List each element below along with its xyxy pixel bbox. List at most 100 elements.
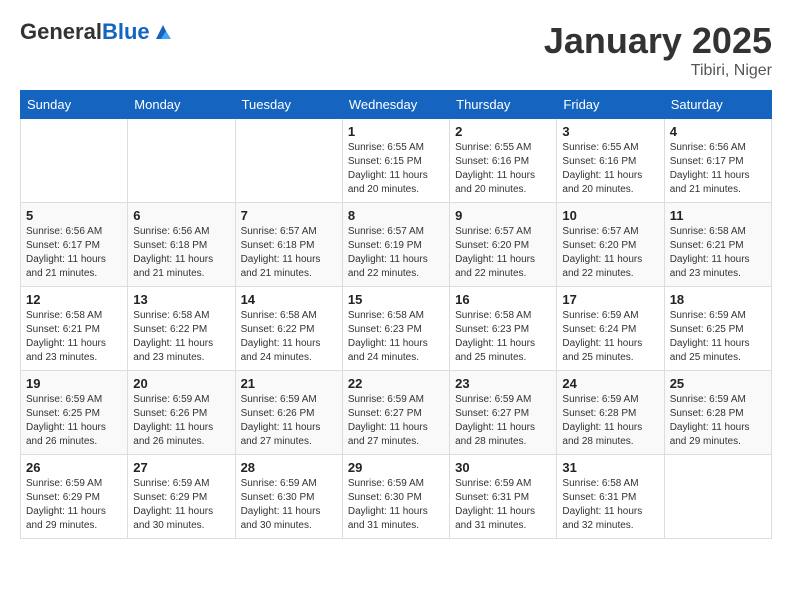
days-header-row: Sunday Monday Tuesday Wednesday Thursday… bbox=[21, 91, 772, 119]
logo-general-text: General bbox=[20, 19, 102, 44]
calendar-cell: 18 Sunrise: 6:59 AM Sunset: 6:25 PM Dayli… bbox=[664, 287, 771, 371]
calendar-week-row: 19 Sunrise: 6:59 AM Sunset: 6:25 PM Dayli… bbox=[21, 371, 772, 455]
day-info: Sunrise: 6:59 AM Sunset: 6:28 PM Dayligh… bbox=[670, 393, 766, 449]
day-number: 27 bbox=[133, 460, 229, 475]
calendar-cell: 22Sunrise: 6:59 AM Sunset: 6:27 PM Dayli… bbox=[342, 371, 449, 455]
day-info: Sunrise: 6:59 AM Sunset: 6:26 PM Dayligh… bbox=[241, 393, 337, 449]
title-block: January 2025 Tibiri, Niger bbox=[544, 20, 772, 80]
day-number: 1 bbox=[348, 124, 444, 139]
day-info: Sunrise: 6:58 AM Sunset: 6:22 PM Dayligh… bbox=[241, 309, 337, 365]
header-friday: Friday bbox=[557, 91, 664, 119]
day-info: Sunrise: 6:59 AM Sunset: 6:24 PM Dayligh… bbox=[562, 309, 658, 365]
day-info: Sunrise: 6:59 AM Sunset: 6:25 PM Dayligh… bbox=[26, 393, 122, 449]
day-info: Sunrise: 6:57 AM Sunset: 6:20 PM Dayligh… bbox=[455, 225, 551, 281]
calendar-cell: 6Sunrise: 6:56 AM Sunset: 6:18 PM Daylig… bbox=[128, 203, 235, 287]
calendar-cell: 16 Sunrise: 6:58 AM Sunset: 6:23 PM Dayli… bbox=[450, 287, 557, 371]
day-number: 2 bbox=[455, 124, 551, 139]
day-info: Sunrise: 6:59 AM Sunset: 6:31 PM Dayligh… bbox=[455, 477, 551, 533]
day-info: Sunrise: 6:59 AM Sunset: 6:26 PM Dayligh… bbox=[133, 393, 229, 449]
day-number: 18 bbox=[670, 292, 766, 307]
day-number: 16 bbox=[455, 292, 551, 307]
day-number: 22 bbox=[348, 376, 444, 391]
day-info: Sunrise: 6:58 AM Sunset: 6:21 PM Dayligh… bbox=[26, 309, 122, 365]
header-monday: Monday bbox=[128, 91, 235, 119]
header-thursday: Thursday bbox=[450, 91, 557, 119]
day-info: Sunrise: 6:58 AM Sunset: 6:23 PM Dayligh… bbox=[455, 309, 551, 365]
calendar-cell: 25Sunrise: 6:59 AM Sunset: 6:28 PM Dayli… bbox=[664, 371, 771, 455]
calendar-cell: 29 Sunrise: 6:59 AM Sunset: 6:30 PM Dayli… bbox=[342, 455, 449, 539]
calendar-week-row: 5Sunrise: 6:56 AM Sunset: 6:17 PM Daylig… bbox=[21, 203, 772, 287]
day-info: Sunrise: 6:59 AM Sunset: 6:25 PM Dayligh… bbox=[670, 309, 766, 365]
calendar-cell: 1 Sunrise: 6:55 AM Sunset: 6:15 PM Daylig… bbox=[342, 119, 449, 203]
header-tuesday: Tuesday bbox=[235, 91, 342, 119]
calendar-cell: 2 Sunrise: 6:55 AM Sunset: 6:16 PM Daylig… bbox=[450, 119, 557, 203]
day-number: 11 bbox=[670, 208, 766, 223]
calendar-week-row: 26Sunrise: 6:59 AM Sunset: 6:29 PM Dayli… bbox=[21, 455, 772, 539]
day-info: Sunrise: 6:59 AM Sunset: 6:29 PM Dayligh… bbox=[26, 477, 122, 533]
calendar-cell: 31 Sunrise: 6:58 AM Sunset: 6:31 PM Dayli… bbox=[557, 455, 664, 539]
calendar-cell bbox=[128, 119, 235, 203]
day-info: Sunrise: 6:55 AM Sunset: 6:16 PM Dayligh… bbox=[455, 141, 551, 197]
calendar-body: 1 Sunrise: 6:55 AM Sunset: 6:15 PM Daylig… bbox=[21, 119, 772, 539]
day-info: Sunrise: 6:58 AM Sunset: 6:31 PM Dayligh… bbox=[562, 477, 658, 533]
logo-blue-text: Blue bbox=[102, 19, 150, 44]
calendar-table: Sunday Monday Tuesday Wednesday Thursday… bbox=[20, 90, 772, 539]
day-number: 14 bbox=[241, 292, 337, 307]
day-number: 20 bbox=[133, 376, 229, 391]
header: GeneralBlue January 2025 Tibiri, Niger bbox=[20, 20, 772, 80]
day-info: Sunrise: 6:55 AM Sunset: 6:15 PM Dayligh… bbox=[348, 141, 444, 197]
calendar-cell: 21Sunrise: 6:59 AM Sunset: 6:26 PM Dayli… bbox=[235, 371, 342, 455]
calendar-cell: 23 Sunrise: 6:59 AM Sunset: 6:27 PM Dayli… bbox=[450, 371, 557, 455]
calendar-week-row: 12Sunrise: 6:58 AM Sunset: 6:21 PM Dayli… bbox=[21, 287, 772, 371]
day-number: 31 bbox=[562, 460, 658, 475]
calendar-cell: 5Sunrise: 6:56 AM Sunset: 6:17 PM Daylig… bbox=[21, 203, 128, 287]
calendar-cell: 27 Sunrise: 6:59 AM Sunset: 6:29 PM Dayli… bbox=[128, 455, 235, 539]
day-info: Sunrise: 6:59 AM Sunset: 6:30 PM Dayligh… bbox=[348, 477, 444, 533]
day-number: 17 bbox=[562, 292, 658, 307]
header-saturday: Saturday bbox=[664, 91, 771, 119]
subtitle: Tibiri, Niger bbox=[544, 62, 772, 80]
day-number: 5 bbox=[26, 208, 122, 223]
header-sunday: Sunday bbox=[21, 91, 128, 119]
calendar-cell: 24Sunrise: 6:59 AM Sunset: 6:28 PM Dayli… bbox=[557, 371, 664, 455]
calendar-cell: 26Sunrise: 6:59 AM Sunset: 6:29 PM Dayli… bbox=[21, 455, 128, 539]
day-info: Sunrise: 6:58 AM Sunset: 6:21 PM Dayligh… bbox=[670, 225, 766, 281]
main-title: January 2025 bbox=[544, 20, 772, 62]
day-info: Sunrise: 6:58 AM Sunset: 6:23 PM Dayligh… bbox=[348, 309, 444, 365]
calendar-cell: 12Sunrise: 6:58 AM Sunset: 6:21 PM Dayli… bbox=[21, 287, 128, 371]
calendar-cell: 13Sunrise: 6:58 AM Sunset: 6:22 PM Dayli… bbox=[128, 287, 235, 371]
day-info: Sunrise: 6:56 AM Sunset: 6:17 PM Dayligh… bbox=[670, 141, 766, 197]
calendar-cell bbox=[21, 119, 128, 203]
page: GeneralBlue January 2025 Tibiri, Niger S… bbox=[0, 0, 792, 549]
day-info: Sunrise: 6:59 AM Sunset: 6:27 PM Dayligh… bbox=[455, 393, 551, 449]
day-info: Sunrise: 6:55 AM Sunset: 6:16 PM Dayligh… bbox=[562, 141, 658, 197]
calendar-week-row: 1 Sunrise: 6:55 AM Sunset: 6:15 PM Daylig… bbox=[21, 119, 772, 203]
day-number: 13 bbox=[133, 292, 229, 307]
logo: GeneralBlue bbox=[20, 20, 174, 44]
calendar-cell: 14 Sunrise: 6:58 AM Sunset: 6:22 PM Dayli… bbox=[235, 287, 342, 371]
calendar-cell: 9 Sunrise: 6:57 AM Sunset: 6:20 PM Daylig… bbox=[450, 203, 557, 287]
day-number: 9 bbox=[455, 208, 551, 223]
calendar-cell: 17 Sunrise: 6:59 AM Sunset: 6:24 PM Dayli… bbox=[557, 287, 664, 371]
calendar-cell bbox=[235, 119, 342, 203]
day-info: Sunrise: 6:59 AM Sunset: 6:30 PM Dayligh… bbox=[241, 477, 337, 533]
calendar-cell: 11 Sunrise: 6:58 AM Sunset: 6:21 PM Dayli… bbox=[664, 203, 771, 287]
calendar-cell: 30Sunrise: 6:59 AM Sunset: 6:31 PM Dayli… bbox=[450, 455, 557, 539]
day-number: 29 bbox=[348, 460, 444, 475]
calendar-header: Sunday Monday Tuesday Wednesday Thursday… bbox=[21, 91, 772, 119]
day-number: 23 bbox=[455, 376, 551, 391]
day-number: 19 bbox=[26, 376, 122, 391]
header-wednesday: Wednesday bbox=[342, 91, 449, 119]
day-number: 8 bbox=[348, 208, 444, 223]
calendar-cell: 7 Sunrise: 6:57 AM Sunset: 6:18 PM Daylig… bbox=[235, 203, 342, 287]
day-info: Sunrise: 6:57 AM Sunset: 6:18 PM Dayligh… bbox=[241, 225, 337, 281]
day-info: Sunrise: 6:59 AM Sunset: 6:29 PM Dayligh… bbox=[133, 477, 229, 533]
day-number: 28 bbox=[241, 460, 337, 475]
day-number: 15 bbox=[348, 292, 444, 307]
calendar-cell: 15 Sunrise: 6:58 AM Sunset: 6:23 PM Dayli… bbox=[342, 287, 449, 371]
calendar-cell: 3Sunrise: 6:55 AM Sunset: 6:16 PM Daylig… bbox=[557, 119, 664, 203]
day-info: Sunrise: 6:57 AM Sunset: 6:19 PM Dayligh… bbox=[348, 225, 444, 281]
day-number: 7 bbox=[241, 208, 337, 223]
day-number: 10 bbox=[562, 208, 658, 223]
logo-icon bbox=[152, 21, 174, 43]
